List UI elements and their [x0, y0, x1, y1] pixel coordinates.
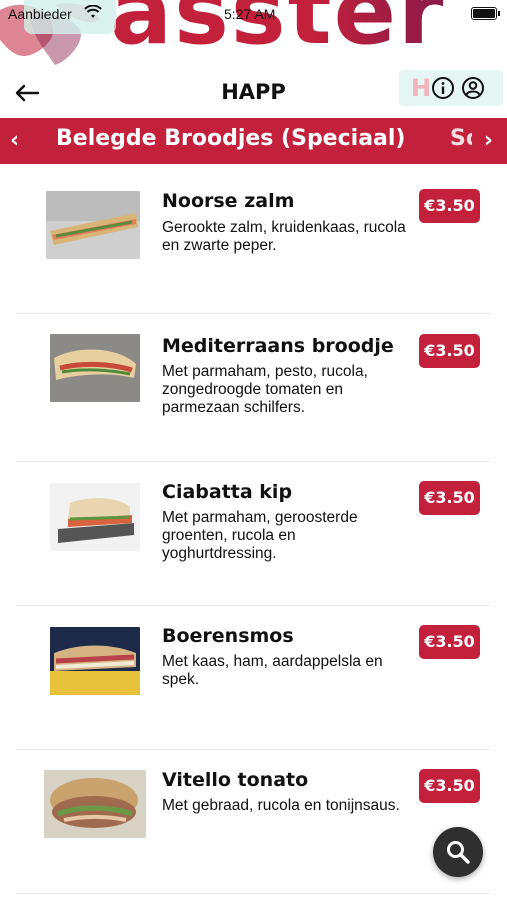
- product-image: [44, 770, 146, 838]
- product-name: Ciabatta kip: [162, 481, 293, 503]
- product-item[interactable]: Mediterraans broodje Met parmaham, pesto…: [16, 313, 491, 462]
- category-active[interactable]: Belegde Broodjes (Speciaal): [56, 126, 405, 151]
- product-image: [50, 627, 140, 695]
- product-item[interactable]: Ciabatta kip Met parmaham, geroosterde g…: [16, 461, 491, 606]
- chevron-left-icon[interactable]: ‹: [10, 128, 19, 153]
- carrier-label: Aanbieder: [8, 6, 72, 22]
- user-icon[interactable]: [461, 76, 485, 100]
- product-item[interactable]: Boerensmos Met kaas, ham, aardappelsla e…: [16, 605, 491, 750]
- category-next-peek[interactable]: So: [450, 126, 472, 151]
- price-badge[interactable]: €3.50: [419, 769, 480, 803]
- product-description: Gerookte zalm, kruidenkaas, rucola en zw…: [162, 219, 406, 254]
- product-description: Met gebraad, rucola en tonijnsaus.: [162, 797, 400, 814]
- price-badge[interactable]: €3.50: [419, 625, 480, 659]
- info-icon[interactable]: [431, 76, 455, 100]
- search-icon: [447, 841, 470, 864]
- product-name: Vitello tonato: [162, 769, 309, 791]
- price-badge[interactable]: €3.50: [419, 189, 480, 223]
- header-ghost-logo: H: [411, 74, 432, 102]
- product-description: Met parmaham, pesto, rucola, zongedroogd…: [162, 363, 368, 416]
- battery-icon: [471, 7, 497, 20]
- status-bar: Aanbieder 5:27 AM: [0, 0, 507, 34]
- price-badge[interactable]: €3.50: [419, 481, 480, 515]
- product-image: [50, 334, 140, 402]
- product-name: Mediterraans broodje: [162, 335, 394, 357]
- chevron-right-icon[interactable]: ›: [484, 128, 493, 153]
- header-actions: H: [399, 70, 503, 106]
- product-name: Boerensmos: [162, 625, 294, 647]
- wifi-icon: [84, 5, 102, 18]
- product-description: Met kaas, ham, aardappelsla en spek.: [162, 653, 383, 688]
- status-time: 5:27 AM: [224, 6, 276, 22]
- price-badge[interactable]: €3.50: [419, 334, 480, 368]
- product-item[interactable]: Vitello tonato Met gebraad, rucola en to…: [16, 749, 491, 894]
- product-image: [46, 191, 140, 259]
- product-item[interactable]: Noorse zalm Gerookte zalm, kruidenkaas, …: [16, 164, 491, 314]
- product-description: Met parmaham, geroosterde groenten, ruco…: [162, 509, 358, 562]
- app-header: HAPP H: [0, 70, 507, 118]
- product-image: [50, 483, 140, 551]
- search-button[interactable]: [433, 827, 483, 877]
- category-nav: ‹ Belegde Broodjes (Speciaal) So ›: [0, 118, 507, 164]
- product-name: Noorse zalm: [162, 190, 295, 212]
